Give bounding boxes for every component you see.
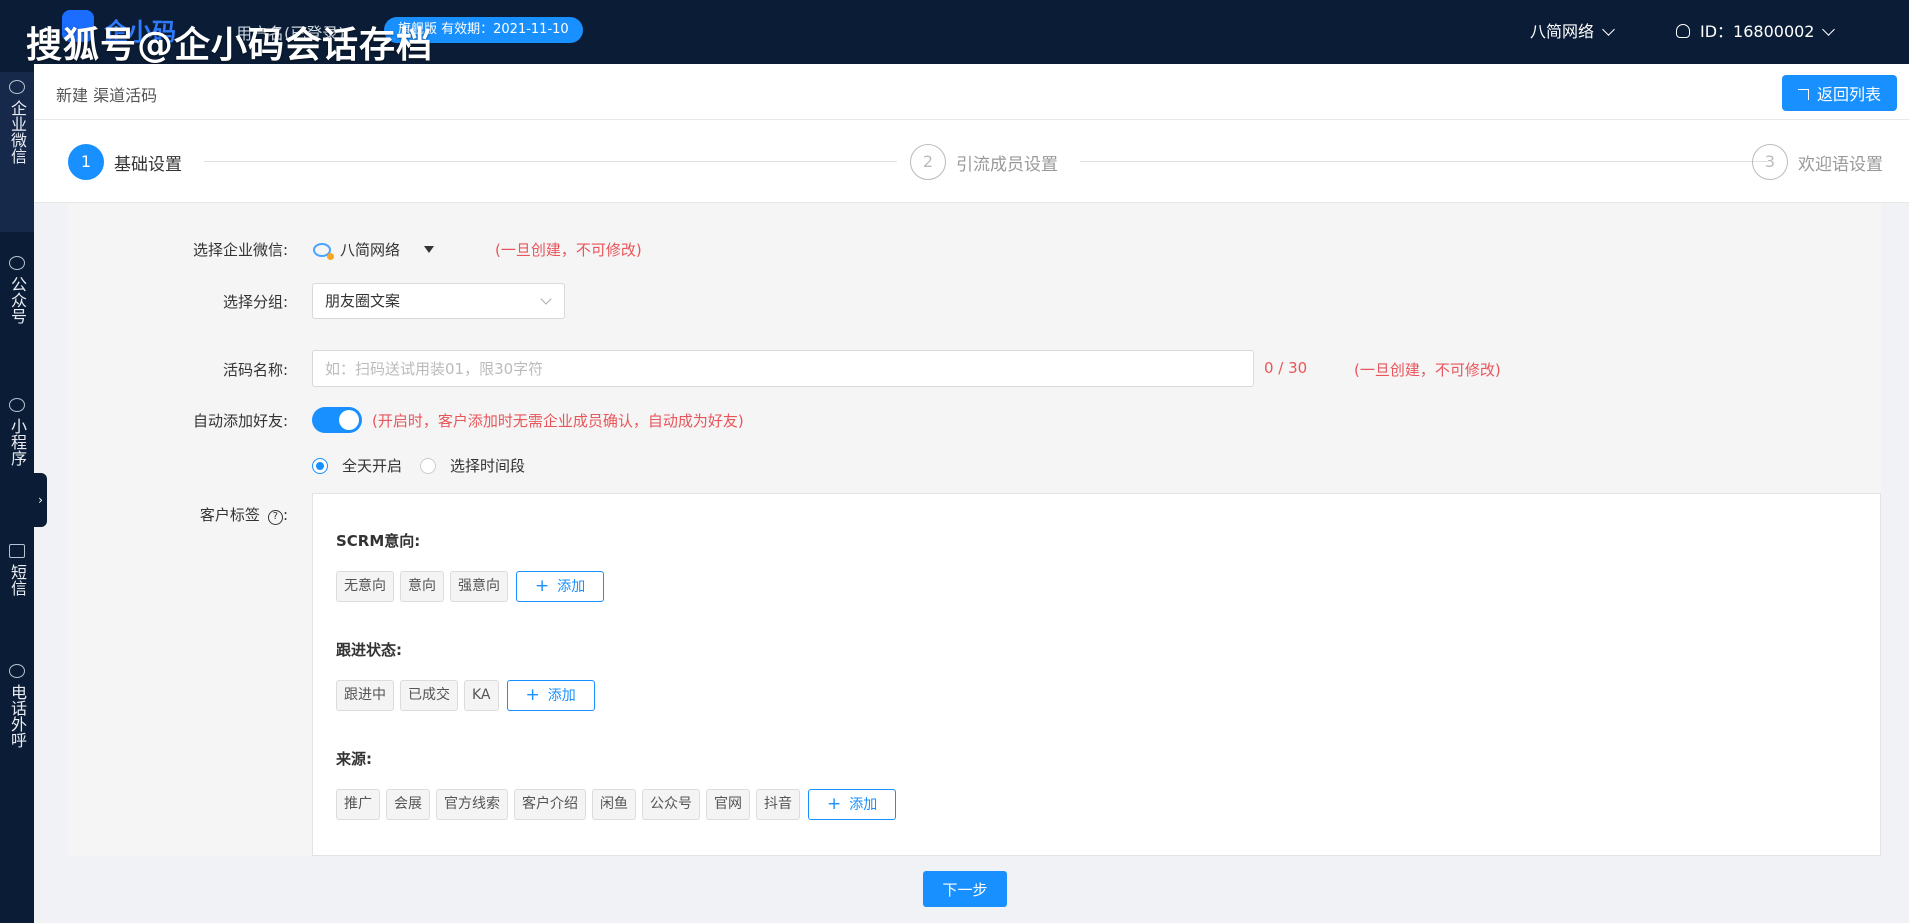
- tag-item[interactable]: 闲鱼: [592, 789, 636, 820]
- group-label: 选择分组:: [222, 293, 288, 311]
- tags-label: 客户标签?:: [199, 506, 288, 525]
- tag-row-intent: 无意向 意向 强意向 + 添加: [336, 571, 605, 602]
- sidebar-collapse-button[interactable]: ›: [34, 473, 47, 527]
- auto-add-hint: (开启时，客户添加时无需企业成员确认，自动成为好友): [372, 412, 744, 430]
- footer-bar: 下一步: [34, 856, 1909, 923]
- group-value: 朋友圈文案: [325, 292, 401, 310]
- step-title: 引流成员设置: [956, 154, 1058, 175]
- tag-group-title: 来源:: [336, 750, 372, 768]
- time-mode-radio-group: 全天开启 选择时间段: [312, 455, 543, 476]
- activity-name-input[interactable]: [312, 350, 1254, 387]
- mail-icon: [9, 544, 25, 558]
- wechat-icon: [9, 256, 25, 270]
- radio-time-range[interactable]: [420, 457, 437, 474]
- tag-item[interactable]: 强意向: [450, 571, 508, 602]
- corp-hint: (一旦创建，不可修改): [495, 241, 642, 259]
- corp-label: 选择企业微信:: [192, 241, 288, 259]
- plus-icon: +: [827, 794, 842, 814]
- step-number: 3: [1752, 144, 1788, 180]
- company-name: 八简网络: [1530, 22, 1595, 41]
- add-tag-button[interactable]: + 添加: [516, 571, 605, 602]
- enterprise-wechat-icon: [313, 242, 334, 260]
- plus-icon: +: [525, 685, 540, 705]
- tag-item[interactable]: 抖音: [756, 789, 800, 820]
- sidebar-item-official-account[interactable]: 公众号: [0, 256, 34, 376]
- account-id: ID：16800002: [1700, 22, 1815, 41]
- tag-item[interactable]: 推广: [336, 789, 380, 820]
- step-member-settings: 2 引流成员设置: [910, 144, 1058, 180]
- radio-all-day-label: 全天开启: [342, 457, 403, 475]
- name-char-counter: 0 / 30: [1264, 359, 1308, 377]
- tag-item[interactable]: KA: [464, 680, 499, 711]
- back-to-list-button[interactable]: 返回列表: [1781, 75, 1897, 111]
- sidebar-item-sms[interactable]: 短信: [0, 544, 34, 634]
- add-tag-button[interactable]: + 添加: [506, 680, 595, 711]
- help-icon[interactable]: ?: [267, 510, 283, 525]
- step-number: 1: [68, 144, 104, 180]
- tag-row-follow-status: 跟进中 已成交 KA + 添加: [336, 680, 595, 711]
- mini-program-icon: [9, 398, 25, 412]
- tag-row-source: 推广 会展 官方线索 客户介绍 闲鱼 公众号 官网 抖音 + 添加: [336, 789, 897, 820]
- name-label: 活码名称:: [222, 361, 288, 379]
- step-connector: [204, 161, 897, 162]
- step-connector: [1080, 161, 1768, 162]
- tag-item[interactable]: 官方线索: [436, 789, 508, 820]
- step-title: 基础设置: [114, 154, 182, 175]
- corp-select[interactable]: 八简网络: [313, 239, 435, 260]
- tag-item[interactable]: 官网: [706, 789, 750, 820]
- group-select[interactable]: 朋友圈文案: [312, 283, 565, 319]
- account-menu[interactable]: ID：16800002: [1676, 18, 1836, 42]
- phone-icon: [9, 664, 25, 678]
- tag-group-title: 跟进状态:: [336, 641, 402, 659]
- toggle-knob: [339, 410, 359, 430]
- caret-down-icon: [424, 246, 435, 253]
- top-bar: 企小码 用户名(已登录) 旗舰版 有效期：2021-11-10 搜狐号@企小码会…: [0, 0, 1909, 66]
- tag-item[interactable]: 客户介绍: [514, 789, 586, 820]
- tag-item[interactable]: 会展: [386, 789, 430, 820]
- page-header: 新建 渠道活码 返回列表: [34, 64, 1909, 120]
- add-tag-button[interactable]: + 添加: [808, 789, 897, 820]
- back-icon: [1797, 89, 1809, 100]
- tag-item[interactable]: 意向: [400, 571, 444, 602]
- tag-item[interactable]: 公众号: [642, 789, 700, 820]
- tag-group-title: SCRM意向:: [336, 532, 421, 550]
- auto-add-toggle[interactable]: [312, 407, 362, 433]
- radio-all-day[interactable]: [312, 457, 328, 474]
- next-step-button[interactable]: 下一步: [923, 871, 1007, 907]
- tag-item[interactable]: 跟进中: [336, 680, 394, 711]
- sidebar-item-mini-program[interactable]: 小程序: [0, 398, 34, 508]
- sidebar-item-phone-call[interactable]: 电话外呼: [0, 664, 34, 804]
- plus-icon: +: [535, 576, 550, 596]
- tag-item[interactable]: 已成交: [400, 680, 458, 711]
- chevron-down-icon: [1602, 23, 1615, 36]
- company-switcher[interactable]: 八简网络: [1530, 18, 1615, 42]
- step-basic-settings: 1 基础设置: [68, 144, 182, 180]
- step-welcome-settings: 3 欢迎语设置: [1752, 144, 1883, 180]
- chat-bubble-icon: [9, 80, 25, 94]
- sidebar: 企业微信 公众号 小程序 短信 电话外呼: [0, 64, 34, 923]
- tag-item[interactable]: 无意向: [336, 571, 394, 602]
- step-title: 欢迎语设置: [1798, 154, 1883, 175]
- name-hint: (一旦创建，不可修改): [1354, 361, 1501, 379]
- page-title: 新建 渠道活码: [56, 86, 158, 105]
- auto-add-label: 自动添加好友:: [192, 412, 288, 430]
- sidebar-item-enterprise-wechat[interactable]: 企业微信: [0, 72, 34, 232]
- watermark-text: 搜狐号@企小码会话存档: [26, 25, 434, 66]
- step-indicator: 1 基础设置 2 引流成员设置 3 欢迎语设置: [34, 120, 1909, 203]
- chevron-down-icon: [540, 293, 552, 305]
- chevron-down-icon: [1822, 23, 1836, 36]
- form-area: 选择企业微信: 八简网络 (一旦创建，不可修改) 选择分组: 朋友圈文案 活码名…: [68, 203, 1881, 856]
- corp-value: 八简网络: [340, 241, 401, 259]
- customer-tags-panel: SCRM意向: 无意向 意向 强意向 + 添加 跟进状态: 跟进中 已成交 KA …: [312, 493, 1881, 856]
- step-number: 2: [910, 144, 946, 180]
- radio-time-range-label: 选择时间段: [450, 457, 526, 475]
- user-icon: [1676, 24, 1690, 38]
